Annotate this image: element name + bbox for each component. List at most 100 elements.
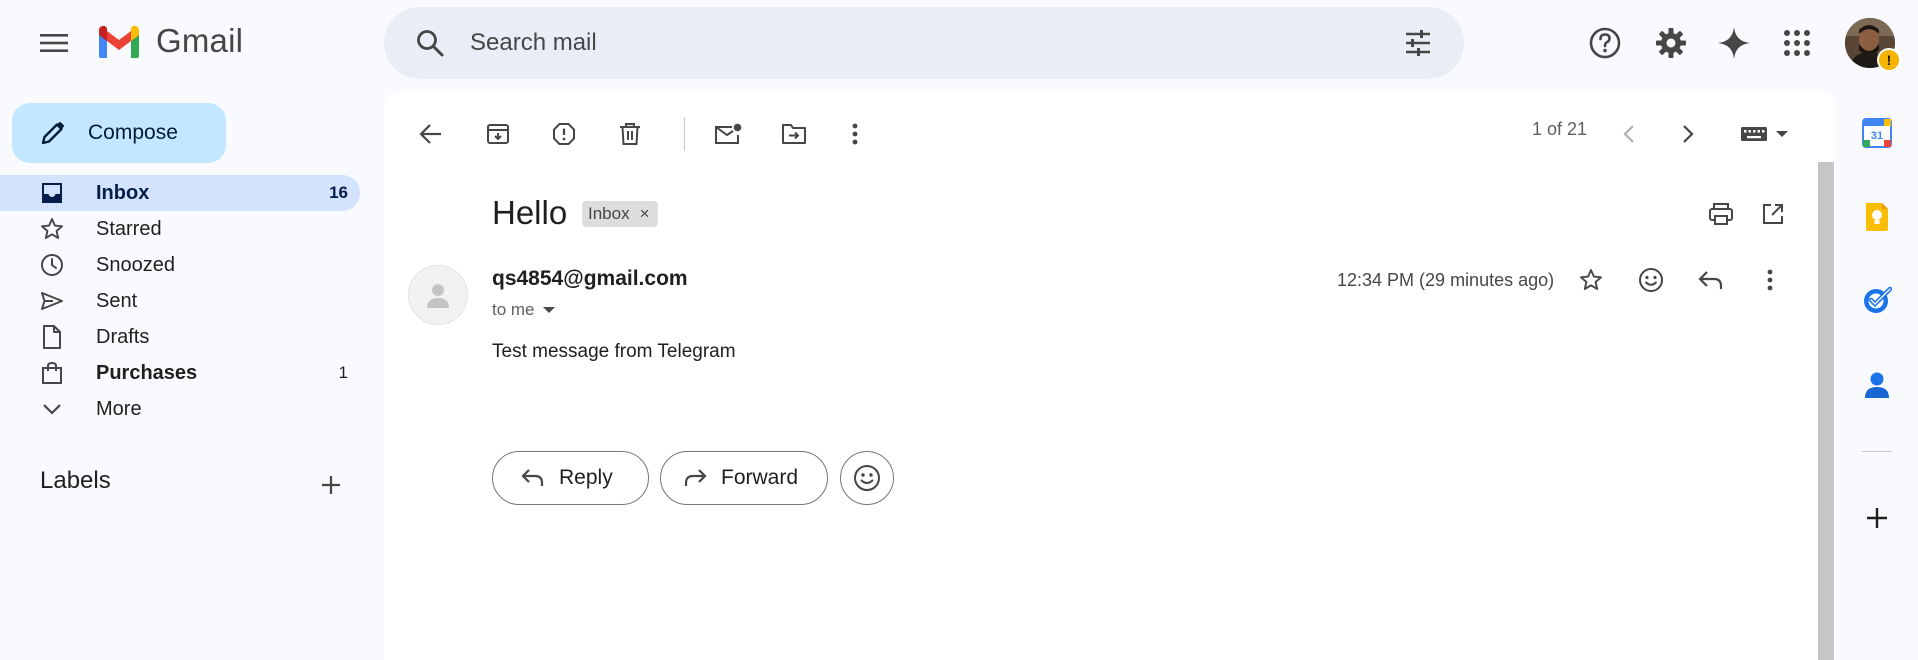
- search-bar[interactable]: [384, 7, 1464, 79]
- sidebar-item-drafts[interactable]: Drafts: [0, 319, 360, 355]
- input-tools-button[interactable]: [1728, 111, 1800, 157]
- app-name: Gmail: [156, 22, 244, 59]
- sidebar-item-label: Drafts: [96, 325, 150, 348]
- support-button[interactable]: [1581, 19, 1629, 67]
- create-label-button[interactable]: [316, 470, 346, 500]
- settings-button[interactable]: [1647, 19, 1695, 67]
- chevron-left-icon: [1623, 125, 1634, 143]
- message-body: Test message from Telegram: [492, 341, 736, 362]
- add-reaction-button[interactable]: [1628, 257, 1674, 303]
- report-spam-button[interactable]: [541, 111, 587, 157]
- delete-button[interactable]: [607, 111, 653, 157]
- mark-unread-icon: [715, 123, 742, 144]
- gmail-logo[interactable]: Gmail: [96, 22, 243, 60]
- pagination-text: 1 of 21: [1532, 119, 1588, 139]
- sidebar-item-sent[interactable]: Sent: [0, 283, 360, 319]
- archive-icon: [487, 124, 509, 144]
- more-options-button[interactable]: [832, 111, 878, 157]
- star-icon: [40, 217, 64, 241]
- help-icon: [1589, 27, 1621, 59]
- chevron-right-icon: [1683, 125, 1694, 143]
- sidebar-item-inbox[interactable]: Inbox 16: [0, 175, 360, 211]
- newer-button[interactable]: [1606, 111, 1652, 157]
- emoji-icon: [854, 465, 880, 491]
- gemini-sparkle-icon: [1718, 27, 1750, 59]
- archive-button[interactable]: [475, 111, 521, 157]
- plus-icon: [322, 476, 340, 494]
- move-to-folder-icon: [782, 124, 806, 144]
- sidebar-item-label: Inbox: [96, 181, 150, 204]
- back-button[interactable]: [408, 111, 454, 157]
- open-new-window-button[interactable]: [1750, 191, 1796, 237]
- unread-count: 1: [338, 363, 348, 382]
- move-to-button[interactable]: [771, 111, 817, 157]
- more-vertical-icon: [1767, 269, 1773, 291]
- forward-label: Forward: [721, 466, 799, 489]
- side-panel: 31: [1836, 91, 1918, 660]
- labels-heading: Labels: [40, 467, 111, 494]
- account-avatar[interactable]: !: [1845, 18, 1901, 72]
- rail-divider: [1862, 451, 1892, 452]
- caret-down-icon: [542, 307, 555, 313]
- printer-icon: [1709, 203, 1733, 225]
- sidebar-item-label: Starred: [96, 217, 162, 240]
- compose-button[interactable]: Compose: [12, 103, 226, 163]
- scrollbar[interactable]: [1818, 162, 1834, 660]
- keyboard-icon: [1741, 127, 1788, 141]
- message-more-button[interactable]: [1747, 257, 1793, 303]
- search-icon[interactable]: [412, 25, 448, 61]
- svg-text:31: 31: [1871, 130, 1883, 142]
- search-input[interactable]: [470, 29, 1370, 57]
- message-view: 1 of 21 Hello Inbox × qs4854@gmail.com t…: [384, 91, 1836, 660]
- sidebar-item-starred[interactable]: Starred: [0, 211, 360, 247]
- emoji-reaction-button[interactable]: [840, 451, 894, 505]
- sidebar-item-label: Snoozed: [96, 253, 175, 276]
- compose-label: Compose: [88, 121, 178, 144]
- inbox-label-chip: Inbox ×: [582, 201, 658, 227]
- star-button[interactable]: [1568, 257, 1614, 303]
- recipient-details[interactable]: to me: [492, 300, 555, 320]
- sidebar-item-purchases[interactable]: Purchases 1: [0, 355, 360, 391]
- older-button[interactable]: [1665, 111, 1711, 157]
- search-options-icon[interactable]: [1400, 25, 1436, 61]
- remove-label-icon[interactable]: ×: [640, 204, 650, 224]
- sidebar-nav: Inbox 16 Starred Snoozed Sent Drafts Pur…: [0, 175, 360, 427]
- sidebar-item-snoozed[interactable]: Snoozed: [0, 247, 360, 283]
- sidebar-item-label: Sent: [96, 289, 138, 312]
- mark-unread-button[interactable]: [705, 111, 751, 157]
- reply-icon: [521, 469, 544, 486]
- more-vertical-icon: [852, 123, 858, 145]
- reply-icon: [1698, 271, 1723, 289]
- apps-grid-icon: [1784, 30, 1810, 56]
- reply-button[interactable]: Reply: [492, 451, 649, 505]
- calendar-app-icon[interactable]: 31: [1861, 117, 1893, 149]
- sidebar-item-more[interactable]: More: [0, 391, 360, 427]
- get-addons-button[interactable]: [1861, 502, 1893, 534]
- sidebar-item-label: Purchases: [96, 361, 198, 384]
- inbox-icon: [40, 181, 64, 205]
- message-timestamp: 12:34 PM (29 minutes ago): [1337, 270, 1555, 290]
- gear-icon: [1656, 28, 1686, 58]
- email-subject: Hello: [492, 194, 568, 231]
- open-in-new-icon: [1763, 204, 1783, 224]
- keep-app-icon[interactable]: [1861, 201, 1893, 233]
- gmail-m-icon: [99, 25, 139, 58]
- emoji-icon: [1639, 268, 1663, 292]
- google-apps-button[interactable]: [1773, 19, 1821, 67]
- main-menu-button[interactable]: [30, 22, 78, 64]
- gemini-button[interactable]: [1710, 19, 1758, 67]
- trash-icon: [620, 123, 640, 145]
- hamburger-menu-icon: [40, 34, 68, 52]
- reply-icon-button[interactable]: [1688, 257, 1734, 303]
- person-icon: [427, 284, 449, 308]
- forward-button[interactable]: Forward: [660, 451, 828, 505]
- arrow-left-icon: [419, 124, 441, 144]
- toolbar-divider: [684, 117, 685, 151]
- send-icon: [40, 289, 64, 313]
- contacts-app-icon[interactable]: [1861, 369, 1893, 401]
- sender-email[interactable]: qs4854@gmail.com: [492, 267, 688, 291]
- sidebar-item-label: More: [96, 397, 142, 420]
- tasks-app-icon[interactable]: [1861, 284, 1893, 316]
- print-all-button[interactable]: [1698, 191, 1744, 237]
- draft-icon: [40, 325, 64, 349]
